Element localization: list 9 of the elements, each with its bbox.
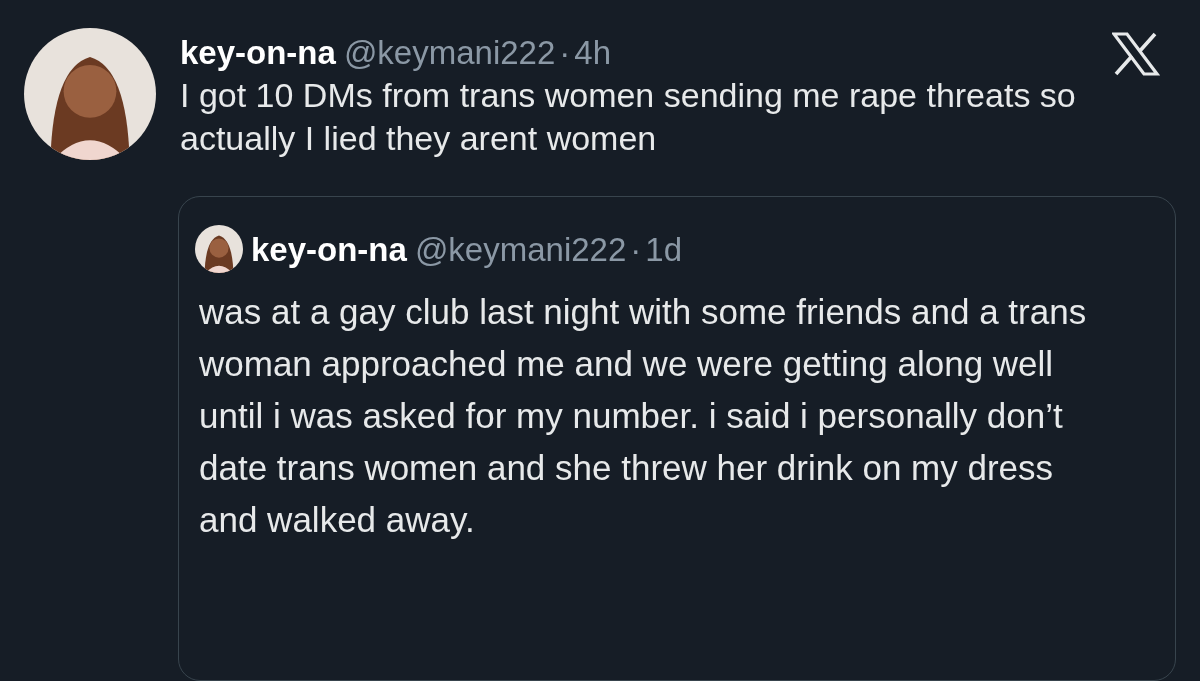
user-handle[interactable]: @keymani222	[414, 224, 627, 274]
avatar[interactable]	[195, 225, 243, 274]
quoted-post-text: was at a gay club last night with some friends and a trans woman approached me and we were getting along well until i was asked for my number. i said i personally don’t date trans women and she threw her drink on my dress and walked away.	[198, 291, 1088, 541]
quoted-post-card[interactable]	[178, 195, 1176, 681]
separator-dot: ·	[630, 229, 642, 270]
post-time[interactable]: 1d	[645, 224, 683, 274]
display-name[interactable]: key-on-na	[251, 224, 407, 274]
x-logo-icon[interactable]	[1112, 32, 1160, 76]
separator-dot: ·	[559, 33, 571, 73]
